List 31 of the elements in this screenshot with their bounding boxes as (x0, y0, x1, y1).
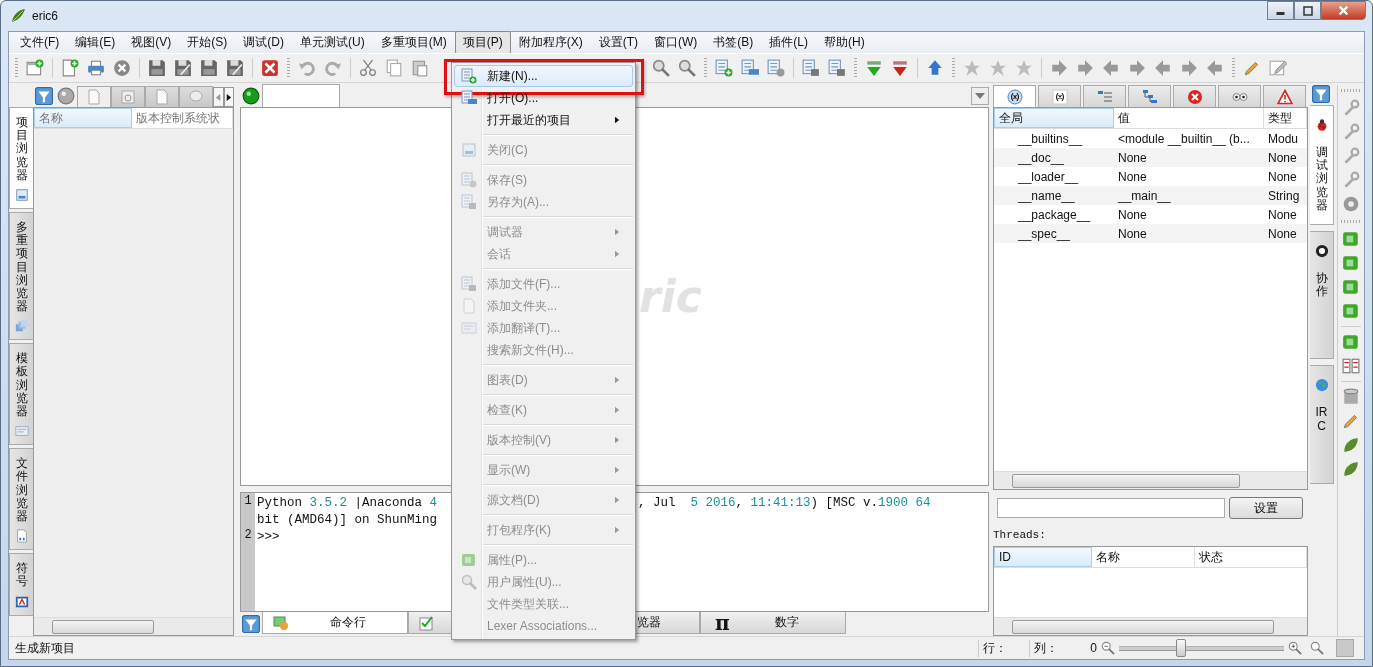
table-cell-text: __builtins__ (1017, 130, 1084, 148)
threads-label: Threads: (993, 529, 1047, 541)
table-cell-text: None (1267, 206, 1298, 224)
table-cell-text: None (1117, 168, 1148, 186)
table-cell-text: None (1117, 149, 1148, 167)
table-cell-text: __name__ (1017, 187, 1076, 205)
table-cell-text: __doc__ (1017, 149, 1066, 167)
table-cell-text: __package__ (1017, 206, 1092, 224)
table-cell-text: __spec__ (1017, 225, 1072, 243)
line-number: 2 (244, 528, 252, 542)
table-cell-text: Modu (1267, 130, 1300, 148)
table-cell-text: None (1267, 149, 1298, 167)
shell-text: Python 3.5.2 |Anaconda 4 (256, 495, 439, 510)
table-cell-text: None (1117, 206, 1148, 224)
table-cell-text: None (1267, 225, 1298, 243)
shell-text: , Jul 5 2016, 11:41:13) [MSC v.1900 64 (638, 495, 931, 510)
shell-text: >>> (256, 529, 281, 544)
pi-icon: π (715, 610, 730, 635)
table-cell-text: None (1117, 225, 1148, 243)
zoom-value: 0 (1090, 641, 1097, 655)
column-label: 列： (1029, 639, 1081, 657)
table-cell-text: __main__ (1117, 187, 1172, 205)
line-number: 1 (244, 494, 252, 508)
status-message: 生成新项目 (15, 639, 75, 657)
table-cell-text: String (1267, 187, 1301, 205)
line-label: 行： (978, 639, 1030, 657)
table-cell-text: __loader__ (1017, 168, 1080, 186)
table-cell-text: <module __builtin__ (b... (1117, 130, 1251, 148)
window-title: eric6 (32, 9, 58, 23)
shell-text: bit (AMD64)] on ShunMing (256, 512, 439, 527)
table-cell-text: None (1267, 168, 1298, 186)
